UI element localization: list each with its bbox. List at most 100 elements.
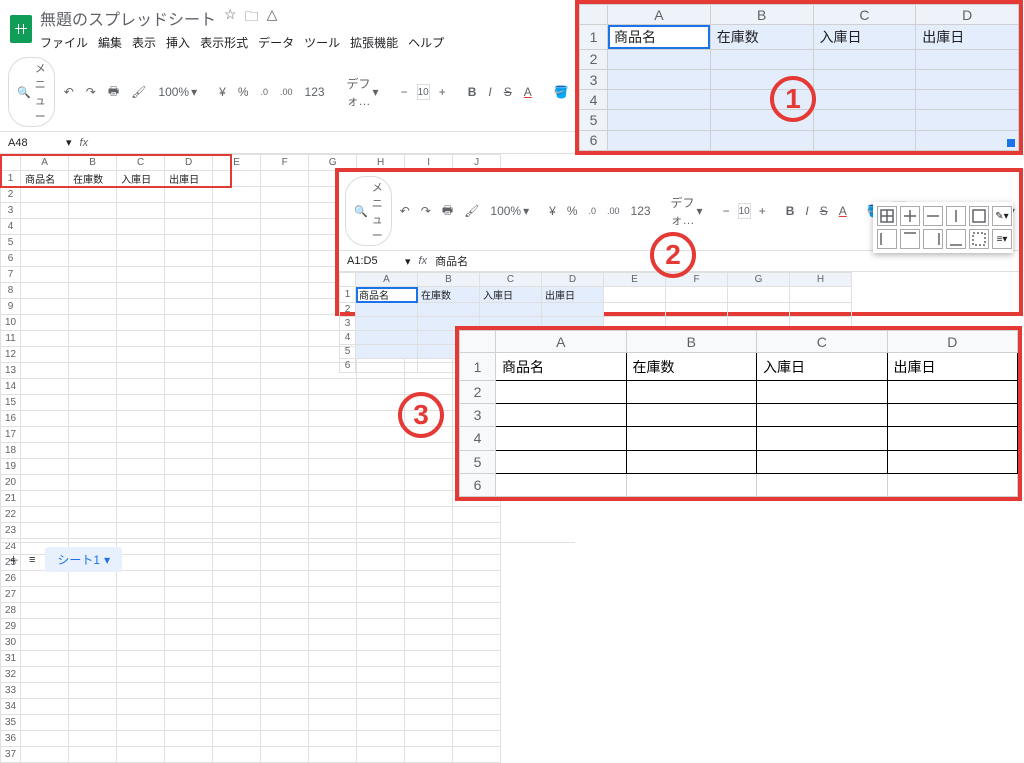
cell[interactable] (69, 331, 117, 347)
cell[interactable] (165, 651, 213, 667)
row-header[interactable]: 11 (1, 331, 21, 347)
italic-button[interactable]: I (485, 83, 494, 101)
cell[interactable] (69, 219, 117, 235)
cell[interactable] (21, 363, 69, 379)
cell[interactable] (916, 90, 1019, 110)
cell[interactable] (213, 363, 261, 379)
cell[interactable] (261, 459, 309, 475)
row-header[interactable]: 5 (460, 450, 496, 473)
cell[interactable] (608, 49, 711, 69)
row-header[interactable]: 2 (460, 381, 496, 404)
cell[interactable] (790, 303, 852, 317)
col-header[interactable]: D (165, 155, 213, 171)
cell[interactable] (21, 523, 69, 539)
row-header[interactable]: 35 (1, 715, 21, 731)
cell[interactable] (69, 523, 117, 539)
corner-cell[interactable] (580, 5, 608, 25)
cell[interactable] (21, 667, 69, 683)
cell[interactable]: 在庫数 (626, 353, 757, 381)
row-header[interactable]: 1 (460, 353, 496, 381)
cell[interactable] (916, 110, 1019, 130)
cell[interactable] (117, 747, 165, 763)
cell[interactable] (117, 251, 165, 267)
border-right-icon[interactable] (923, 229, 943, 249)
cell[interactable] (117, 235, 165, 251)
cell[interactable] (213, 507, 261, 523)
cell[interactable] (356, 331, 418, 345)
cell[interactable] (69, 203, 117, 219)
cell[interactable] (21, 379, 69, 395)
cell[interactable] (405, 459, 453, 475)
cell[interactable]: 在庫数 (69, 171, 117, 187)
cell[interactable] (213, 203, 261, 219)
cell[interactable] (309, 411, 357, 427)
cell[interactable] (21, 251, 69, 267)
cell[interactable] (213, 443, 261, 459)
row-header[interactable]: 5 (340, 345, 356, 359)
cell[interactable] (165, 427, 213, 443)
cell[interactable] (21, 315, 69, 331)
col-header[interactable]: B (710, 5, 813, 25)
cell[interactable] (165, 203, 213, 219)
cell[interactable] (213, 395, 261, 411)
cell[interactable] (213, 475, 261, 491)
row-header[interactable]: 31 (1, 651, 21, 667)
row-header[interactable]: 6 (580, 130, 608, 150)
cell[interactable] (213, 331, 261, 347)
border-top-icon[interactable] (900, 229, 920, 249)
row-header[interactable]: 8 (1, 283, 21, 299)
row-header[interactable]: 6 (460, 473, 496, 496)
cell[interactable] (418, 303, 480, 317)
corner-cell[interactable] (460, 331, 496, 353)
bold-button[interactable]: B (783, 202, 798, 220)
cell[interactable] (261, 299, 309, 315)
cell[interactable] (165, 491, 213, 507)
cell[interactable]: 出庫日 (916, 25, 1019, 50)
cell[interactable] (626, 381, 757, 404)
zoom-select[interactable]: 100% ▾ (487, 202, 532, 220)
cell[interactable] (69, 395, 117, 411)
cell[interactable]: 商品名 (608, 25, 711, 50)
row-header[interactable]: 17 (1, 427, 21, 443)
cell[interactable] (21, 219, 69, 235)
font-select[interactable]: デフォ… ▾ (668, 192, 706, 230)
cell[interactable] (21, 187, 69, 203)
star-icon[interactable]: ☆ (224, 6, 237, 30)
cell[interactable] (117, 283, 165, 299)
cell[interactable] (757, 450, 888, 473)
cell[interactable] (117, 267, 165, 283)
row-header[interactable]: 3 (1, 203, 21, 219)
col-header[interactable]: E (213, 155, 261, 171)
paint-format-button[interactable]: 🖌 (461, 202, 482, 220)
cell[interactable] (261, 651, 309, 667)
cell[interactable] (405, 475, 453, 491)
cell[interactable] (710, 130, 813, 150)
cell[interactable] (21, 715, 69, 731)
col-header[interactable]: C (757, 331, 888, 353)
cell[interactable] (261, 283, 309, 299)
cell[interactable] (309, 587, 357, 603)
cell[interactable] (69, 683, 117, 699)
cell[interactable] (117, 443, 165, 459)
cell[interactable]: 商品名 (496, 353, 627, 381)
cell[interactable] (165, 667, 213, 683)
row-header[interactable]: 3 (460, 404, 496, 427)
cell[interactable] (453, 587, 501, 603)
cell[interactable] (69, 699, 117, 715)
cell[interactable] (213, 635, 261, 651)
cell[interactable] (165, 603, 213, 619)
cell[interactable] (757, 427, 888, 450)
menu-format[interactable]: 表示形式 (200, 34, 248, 51)
cell[interactable] (357, 507, 405, 523)
cell[interactable] (117, 667, 165, 683)
col-header[interactable]: D (916, 5, 1019, 25)
cell[interactable] (213, 347, 261, 363)
cell[interactable] (165, 187, 213, 203)
cell[interactable] (608, 110, 711, 130)
row-header[interactable]: 2 (340, 303, 356, 317)
callout-3-grid[interactable]: A B C D 1 商品名 在庫数 入庫日 出庫日 2 3 4 5 6 (459, 330, 1018, 497)
cell[interactable] (117, 699, 165, 715)
col-header[interactable]: H (790, 273, 852, 287)
cell[interactable] (117, 731, 165, 747)
cell[interactable] (757, 473, 888, 496)
